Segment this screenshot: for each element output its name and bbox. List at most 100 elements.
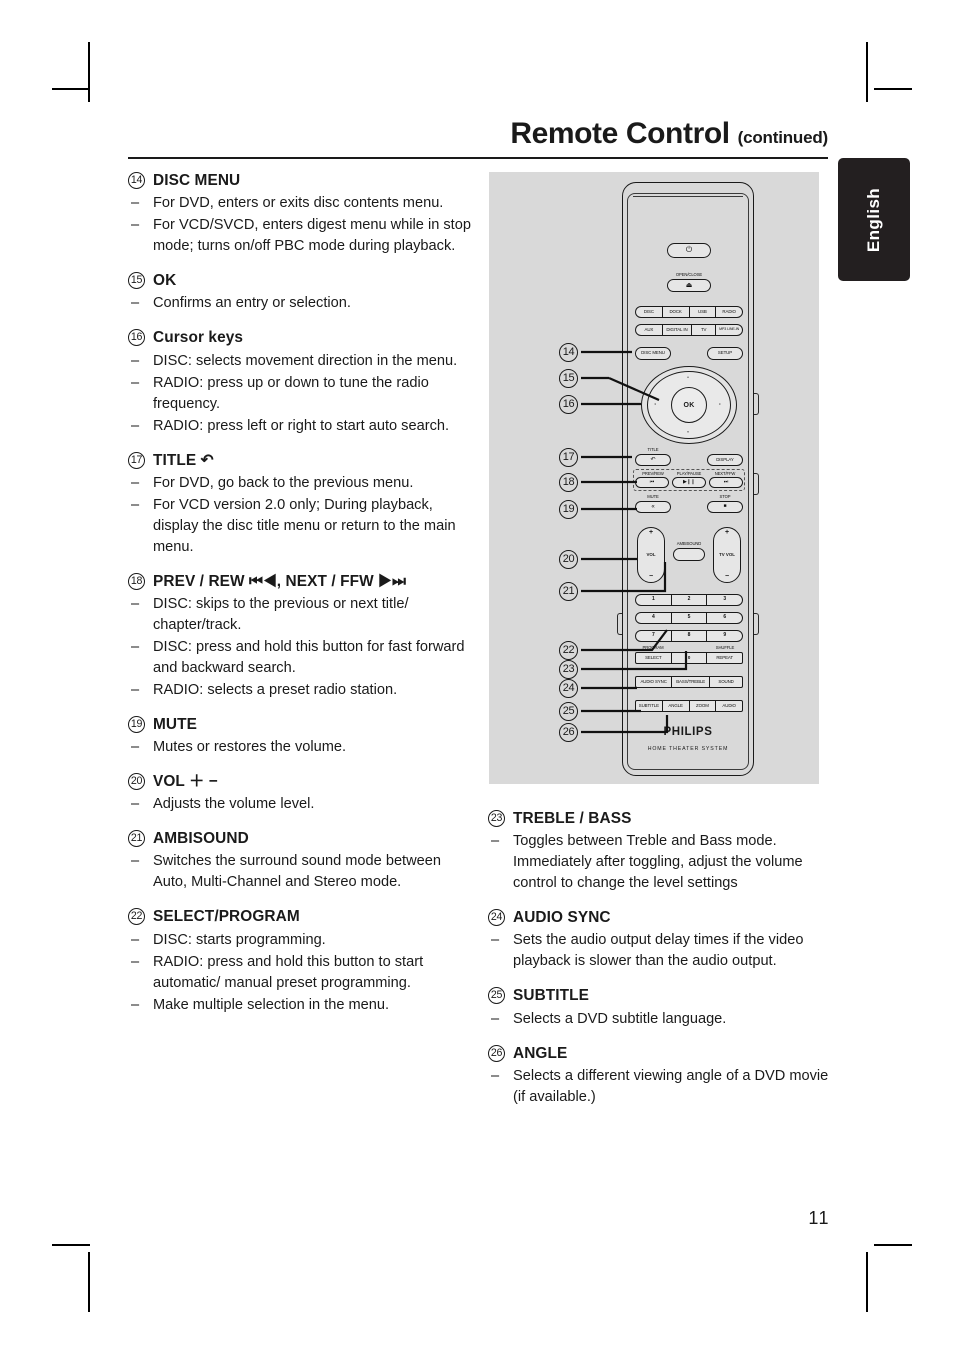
- bullet-text: DISC: starts programming.: [153, 931, 326, 948]
- bullet-text: Selects a different viewing angle of a D…: [513, 1067, 829, 1105]
- bullet-text: RADIO: selects a preset radio station.: [153, 681, 398, 698]
- bullet-dash: –: [131, 931, 140, 948]
- bullet-dash: –: [131, 417, 140, 434]
- entry-heading: 17 TITLE ↶: [128, 450, 473, 472]
- callout-18: 18: [559, 473, 578, 492]
- callout-number: 18: [559, 473, 578, 492]
- callout-number: 17: [559, 448, 578, 467]
- callout-leader-lines: [581, 350, 688, 734]
- entry-number: 23: [488, 810, 505, 827]
- callout-number: 24: [559, 679, 578, 698]
- remote-key-entry: 23 TREBLE / BASS – Toggles between Treble a…: [488, 808, 833, 894]
- callout-number: 19: [559, 500, 578, 519]
- entry-heading: 25 SUBTITLE: [488, 985, 833, 1007]
- entry-bullet: – RADIO: press left or right to start aut…: [128, 416, 473, 437]
- callout-16: 16: [559, 395, 578, 414]
- callout-number: 20: [559, 550, 578, 569]
- bullet-text: DISC: press and hold this button for fas…: [153, 638, 465, 676]
- entry-title: TITLE ↶: [153, 451, 214, 469]
- entry-number: 17: [128, 451, 145, 469]
- entry-heading: 20 VOL ＋ −: [128, 771, 473, 793]
- entry-number: 25: [488, 987, 505, 1005]
- bullet-text: For DVD, go back to the previous menu.: [153, 474, 414, 491]
- callout-15: 15: [559, 369, 578, 388]
- bullet-dash: –: [131, 796, 140, 813]
- bullet-dash: –: [131, 853, 140, 870]
- entry-bullet: – Mutes or restores the volume.: [128, 737, 473, 758]
- remote-key-entry: 22 SELECT/PROGRAM – DISC: starts programmin…: [128, 906, 473, 1015]
- entry-bullet: – RADIO: press up or down to tune the rad…: [128, 373, 473, 415]
- page-number: 11: [808, 1208, 830, 1228]
- bullet-text: For VCD/SVCD, enters digest menu while i…: [153, 217, 471, 255]
- entry-title: DISC MENU: [153, 172, 241, 189]
- callout-25: 25: [559, 702, 578, 721]
- bullet-text: RADIO: press left or right to start auto…: [153, 417, 450, 434]
- callout-17: 17: [559, 448, 578, 467]
- entry-heading: 14 DISC MENU: [128, 170, 473, 192]
- entry-number: 18: [128, 572, 145, 590]
- entry-title: MUTE: [153, 715, 198, 733]
- bullet-text: DISC: skips to the previous or next titl…: [153, 595, 409, 633]
- callout-26: 26: [559, 723, 578, 742]
- entry-title: SELECT/PROGRAM: [153, 908, 300, 926]
- bullet-text: RADIO: press and hold this button to sta…: [153, 953, 424, 991]
- entry-title: PREV / REW ⏮◀, NEXT / FFW ▶⏭: [153, 572, 406, 590]
- entry-bullet: – Make multiple selection in the menu.: [128, 995, 473, 1016]
- bullet-dash: –: [131, 474, 140, 491]
- bullet-dash: –: [491, 833, 500, 850]
- entry-bullet: – RADIO: press and hold this button to st…: [128, 952, 473, 994]
- callout-21: 21: [559, 582, 578, 601]
- bullet-dash: –: [131, 681, 140, 698]
- entry-bullet: – DISC: skips to the previous or next tit…: [128, 594, 473, 636]
- entry-bullet: – For VCD version 2.0 only; During playba…: [128, 495, 473, 558]
- callout-number: 22: [559, 641, 578, 660]
- entry-bullet: – For DVD, go back to the previous menu.: [128, 473, 473, 494]
- entry-bullet: – For DVD, enters or exits disc contents …: [128, 193, 473, 214]
- crop-mark-top-left-horizontal: [52, 88, 90, 90]
- entry-bullet: – Sets the audio output delay times if th…: [488, 930, 833, 972]
- entry-title: AUDIO SYNC: [513, 909, 611, 927]
- callout-14: 14: [559, 343, 578, 362]
- bullet-text: Confirms an entry or selection.: [153, 295, 351, 312]
- bullet-dash: –: [491, 1067, 500, 1084]
- crop-mark-bottom-left-horizontal: [52, 1244, 90, 1246]
- entry-bullet: – Adjusts the volume level.: [128, 794, 473, 815]
- bullet-dash: –: [131, 374, 140, 391]
- callout-number: 14: [559, 343, 578, 362]
- page-header: Remote Control (continued): [128, 118, 828, 159]
- bullet-text: Toggles between Treble and Bass mode. Im…: [513, 833, 803, 892]
- entry-bullet: – RADIO: selects a preset radio station.: [128, 680, 473, 701]
- entry-title: ANGLE: [513, 1044, 568, 1062]
- bullet-dash: –: [491, 932, 500, 949]
- entry-number: 24: [488, 909, 505, 927]
- entry-number: 22: [128, 908, 145, 926]
- entry-heading: 19 MUTE: [128, 714, 473, 736]
- remote-key-entry: 14 DISC MENU – For DVD, enters or exits dis…: [128, 170, 473, 257]
- remote-key-entry: 25 SUBTITLE – Selects a DVD subtitle langua…: [488, 985, 833, 1029]
- bullet-text: RADIO: press up or down to tune the radi…: [153, 374, 429, 412]
- crop-mark-top-left-vertical: [88, 42, 90, 102]
- entry-heading: 18 PREV / REW ⏮◀, NEXT / FFW ▶⏭: [128, 571, 473, 593]
- entry-number: 19: [128, 715, 145, 733]
- entry-number: 16: [128, 329, 145, 347]
- callout-22: 22: [559, 641, 578, 660]
- entry-bullet: – Selects a different viewing angle of a …: [488, 1066, 833, 1108]
- entry-bullet: – DISC: press and hold this button for fa…: [128, 637, 473, 679]
- remote-key-entry: 26 ANGLE – Selects a different viewing angl…: [488, 1043, 833, 1108]
- entry-number: 15: [128, 272, 145, 290]
- callout-number: 26: [559, 723, 578, 742]
- entry-heading: 23 TREBLE / BASS: [488, 808, 833, 830]
- page-title: Remote Control (continued): [128, 118, 828, 157]
- entry-bullet: – Selects a DVD subtitle language.: [488, 1009, 833, 1030]
- entry-bullet: – Confirms an entry or selection.: [128, 293, 473, 314]
- remote-key-entry: 24 AUDIO SYNC – Sets the audio output delay…: [488, 907, 833, 972]
- entry-number: 14: [128, 172, 145, 189]
- remote-key-entry: 21 AMBISOUND – Switches the surround sound …: [128, 828, 473, 893]
- right-text-column: 23 TREBLE / BASS – Toggles between Treble a…: [488, 808, 833, 1108]
- bullet-dash: –: [131, 496, 140, 513]
- bullet-dash: –: [131, 953, 140, 970]
- callout-19: 19: [559, 500, 578, 519]
- bullet-text: Switches the surround sound mode between…: [153, 853, 441, 891]
- remote-key-entry: 17 TITLE ↶ – For DVD, go back to the previo…: [128, 450, 473, 558]
- page-title-continued: (continued): [737, 128, 829, 147]
